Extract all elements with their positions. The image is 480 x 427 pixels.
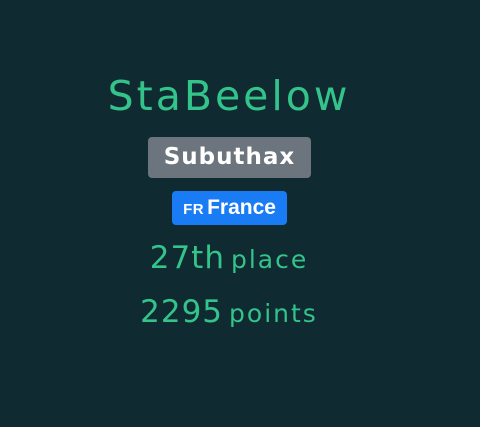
country-name: France xyxy=(207,196,276,219)
score-stat: 2295 points xyxy=(0,290,458,339)
username-heading: StaBeelow xyxy=(107,72,351,120)
team-badge[interactable]: Subuthax xyxy=(148,137,311,178)
user-profile-card: StaBeelow Subuthax FR France 27th place 22… xyxy=(0,0,480,427)
score-value: 2295 xyxy=(140,294,224,330)
rank-value: 27th xyxy=(149,240,225,276)
rank-label: place xyxy=(230,245,309,274)
team-name: Subuthax xyxy=(163,144,296,170)
flag-icon: FR xyxy=(183,201,205,218)
rank-stat: 27th place xyxy=(0,236,458,285)
country-badge: FR France xyxy=(172,191,287,225)
score-label: points xyxy=(229,299,318,328)
